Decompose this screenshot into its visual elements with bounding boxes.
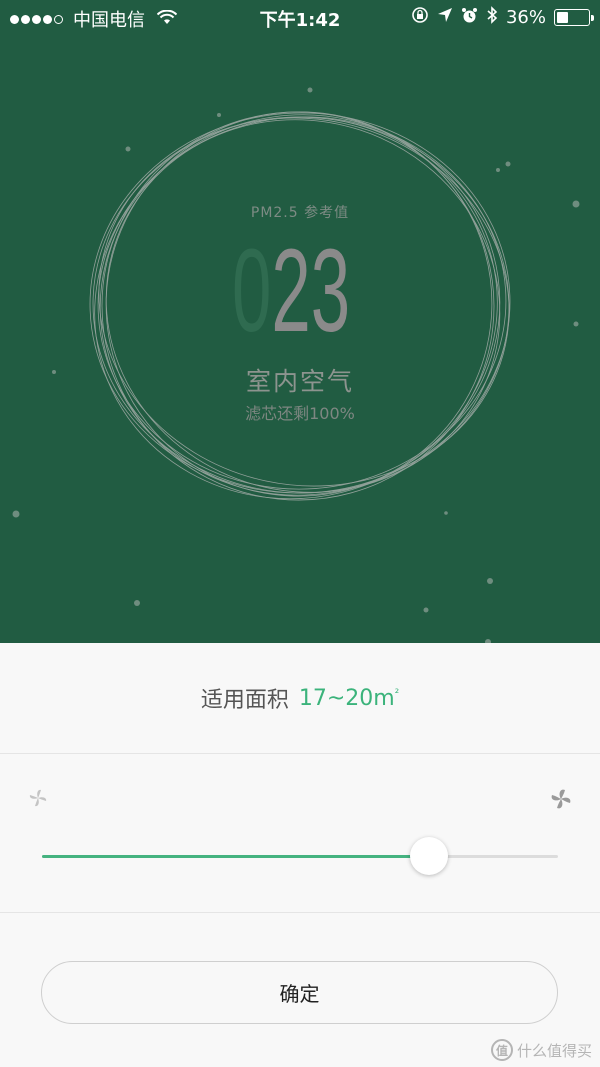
air-quality-panel: 中国电信 下午1:42 36% PM2.5 参考值 0 23 室内空气 滤芯还剩… — [0, 0, 600, 643]
room-title: 室内空气 — [245, 367, 354, 396]
location-arrow-icon — [437, 7, 453, 28]
fan-speed-row — [0, 755, 600, 913]
slider-fill — [42, 855, 429, 858]
settings-sheet: 适用面积 17~20m² 确定 值 什么值得买 — [0, 643, 600, 1067]
fan-slow-icon — [27, 787, 49, 813]
orientation-lock-icon — [411, 6, 429, 29]
battery-percent: 36% — [505, 7, 546, 28]
fan-fast-icon — [549, 787, 573, 815]
battery-icon — [554, 9, 594, 26]
fan-speed-slider[interactable] — [42, 855, 558, 858]
status-bar: 中国电信 下午1:42 36% — [0, 0, 600, 36]
area-row: 适用面积 17~20m² — [0, 643, 600, 754]
watermark-text: 什么值得买 — [516, 1041, 592, 1060]
alarm-icon — [461, 7, 478, 29]
bluetooth-icon — [486, 6, 498, 29]
pm-value: 0 23 — [232, 225, 351, 357]
slider-thumb[interactable] — [410, 837, 448, 875]
watermark: 值 什么值得买 — [490, 1039, 592, 1061]
filter-remaining: 滤芯还剩100% — [245, 404, 355, 423]
watermark-logo: 值 — [490, 1039, 513, 1061]
pm-digits: 23 — [271, 225, 351, 357]
confirm-button[interactable]: 确定 — [41, 961, 558, 1024]
area-label: 适用面积 — [200, 688, 289, 713]
area-value: 17~20m² — [298, 685, 400, 711]
pm-label: PM2.5 参考值 — [250, 205, 350, 221]
pm-leading-digit: 0 — [232, 225, 272, 357]
